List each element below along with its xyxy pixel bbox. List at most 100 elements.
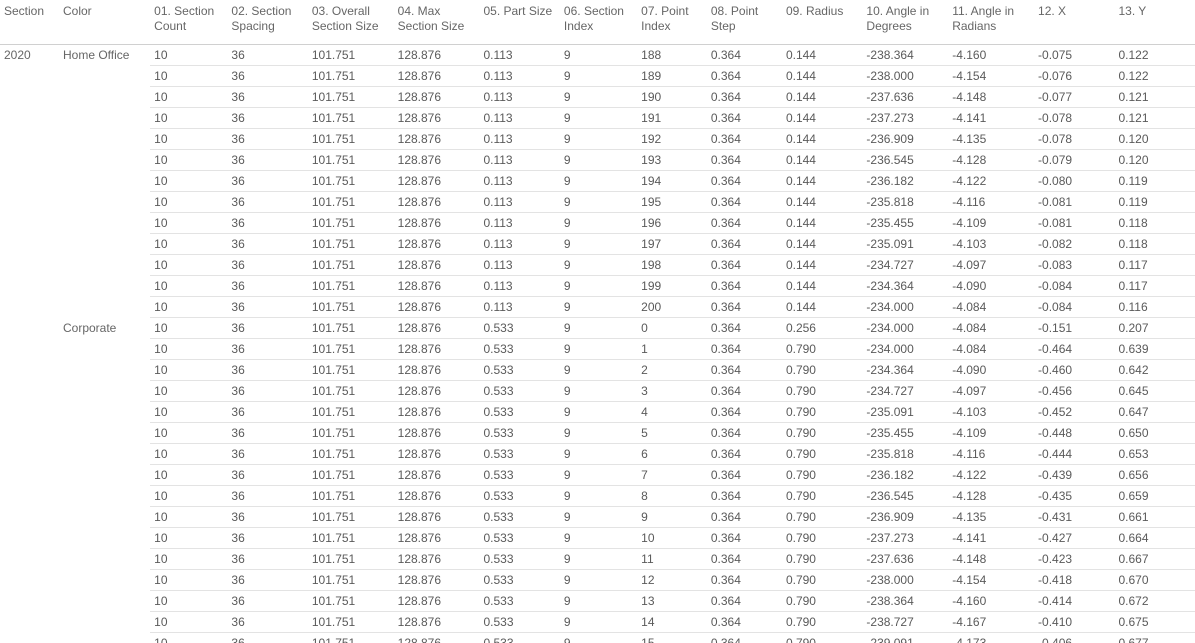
table-row[interactable]: 1036101.751128.8760.5339120.3640.790-238… bbox=[0, 570, 1195, 591]
data-cell: -0.081 bbox=[1034, 213, 1114, 234]
data-cell: 10 bbox=[150, 108, 227, 129]
color-cell bbox=[59, 87, 150, 108]
table-row[interactable]: Corporate1036101.751128.8760.533900.3640… bbox=[0, 318, 1195, 339]
data-cell: 9 bbox=[560, 87, 637, 108]
data-cell: 190 bbox=[637, 87, 707, 108]
data-cell: 1 bbox=[637, 339, 707, 360]
data-cell: 0.533 bbox=[479, 339, 559, 360]
data-cell: 0.533 bbox=[479, 381, 559, 402]
data-cell: 193 bbox=[637, 150, 707, 171]
col-angle-radians[interactable]: 11. Angle inRadians bbox=[948, 0, 1034, 45]
color-cell bbox=[59, 423, 150, 444]
table-row[interactable]: 1036101.751128.8760.11391990.3640.144-23… bbox=[0, 276, 1195, 297]
col-section-index[interactable]: 06. SectionIndex bbox=[560, 0, 637, 45]
table-row[interactable]: 1036101.751128.8760.11391890.3640.144-23… bbox=[0, 66, 1195, 87]
data-cell: 0.364 bbox=[707, 465, 782, 486]
data-cell: 0.364 bbox=[707, 507, 782, 528]
table-row[interactable]: 1036101.751128.8760.5339150.3640.790-239… bbox=[0, 633, 1195, 643]
data-cell: 0.364 bbox=[707, 129, 782, 150]
data-cell: -238.727 bbox=[862, 612, 948, 633]
table-row[interactable]: 1036101.751128.8760.11392000.3640.144-23… bbox=[0, 297, 1195, 318]
table-row[interactable]: 1036101.751128.8760.533950.3640.790-235.… bbox=[0, 423, 1195, 444]
table-row[interactable]: 1036101.751128.8760.11391950.3640.144-23… bbox=[0, 192, 1195, 213]
table-row[interactable]: 1036101.751128.8760.5339130.3640.790-238… bbox=[0, 591, 1195, 612]
table-row[interactable]: 1036101.751128.8760.11391970.3640.144-23… bbox=[0, 234, 1195, 255]
table-row[interactable]: 1036101.751128.8760.533970.3640.790-236.… bbox=[0, 465, 1195, 486]
data-cell: -4.135 bbox=[948, 507, 1034, 528]
col-radius[interactable]: 09. Radius bbox=[782, 0, 862, 45]
col-x[interactable]: 12. X bbox=[1034, 0, 1114, 45]
data-cell: 36 bbox=[227, 528, 307, 549]
table-row[interactable]: 1036101.751128.8760.533960.3640.790-235.… bbox=[0, 444, 1195, 465]
data-cell: 36 bbox=[227, 633, 307, 643]
col-section[interactable]: Section bbox=[0, 0, 59, 45]
data-cell: -4.097 bbox=[948, 255, 1034, 276]
table-row[interactable]: 1036101.751128.8760.11391920.3640.144-23… bbox=[0, 129, 1195, 150]
table-row[interactable]: 1036101.751128.8760.11391940.3640.144-23… bbox=[0, 171, 1195, 192]
col-section-count[interactable]: 01. SectionCount bbox=[150, 0, 227, 45]
data-cell: 0.533 bbox=[479, 507, 559, 528]
data-cell: 0.120 bbox=[1114, 150, 1195, 171]
data-cell: 8 bbox=[637, 486, 707, 507]
table-row[interactable]: 1036101.751128.8760.533930.3640.790-234.… bbox=[0, 381, 1195, 402]
col-point-step[interactable]: 08. PointStep bbox=[707, 0, 782, 45]
data-cell: 36 bbox=[227, 87, 307, 108]
table-row[interactable]: 1036101.751128.8760.533990.3640.790-236.… bbox=[0, 507, 1195, 528]
data-cell: -0.431 bbox=[1034, 507, 1114, 528]
table-row[interactable]: 1036101.751128.8760.533940.3640.790-235.… bbox=[0, 402, 1195, 423]
table-row[interactable]: 1036101.751128.8760.11391930.3640.144-23… bbox=[0, 150, 1195, 171]
col-angle-degrees[interactable]: 10. Angle inDegrees bbox=[862, 0, 948, 45]
data-table[interactable]: Section Color 01. SectionCount 02. Secti… bbox=[0, 0, 1195, 643]
data-cell: 9 bbox=[560, 339, 637, 360]
col-part-size[interactable]: 05. Part Size bbox=[479, 0, 559, 45]
data-cell: 4 bbox=[637, 402, 707, 423]
data-cell: 128.876 bbox=[394, 465, 480, 486]
col-color[interactable]: Color bbox=[59, 0, 150, 45]
data-cell: -0.075 bbox=[1034, 45, 1114, 66]
data-cell: 10 bbox=[150, 129, 227, 150]
data-cell: -0.464 bbox=[1034, 339, 1114, 360]
data-cell: -0.423 bbox=[1034, 549, 1114, 570]
color-cell: Home Office bbox=[59, 45, 150, 66]
table-row[interactable]: 1036101.751128.8760.533910.3640.790-234.… bbox=[0, 339, 1195, 360]
table-row[interactable]: 1036101.751128.8760.533920.3640.790-234.… bbox=[0, 360, 1195, 381]
col-overall-section-size[interactable]: 03. OverallSection Size bbox=[308, 0, 394, 45]
col-max-section-size[interactable]: 04. MaxSection Size bbox=[394, 0, 480, 45]
data-cell: 0.144 bbox=[782, 129, 862, 150]
data-cell: 0.144 bbox=[782, 255, 862, 276]
data-cell: -0.444 bbox=[1034, 444, 1114, 465]
table-row[interactable]: 2020Home Office1036101.751128.8760.11391… bbox=[0, 45, 1195, 66]
col-section-spacing[interactable]: 02. SectionSpacing bbox=[227, 0, 307, 45]
table-row[interactable]: 1036101.751128.8760.11391960.3640.144-23… bbox=[0, 213, 1195, 234]
col-y[interactable]: 13. Y bbox=[1114, 0, 1195, 45]
section-cell bbox=[0, 381, 59, 402]
data-cell: 0.121 bbox=[1114, 108, 1195, 129]
data-cell: 0.533 bbox=[479, 486, 559, 507]
table-row[interactable]: 1036101.751128.8760.11391900.3640.144-23… bbox=[0, 87, 1195, 108]
data-cell: 128.876 bbox=[394, 507, 480, 528]
data-cell: 11 bbox=[637, 549, 707, 570]
table-row[interactable]: 1036101.751128.8760.11391910.3640.144-23… bbox=[0, 108, 1195, 129]
data-cell: 9 bbox=[560, 528, 637, 549]
data-cell: -0.456 bbox=[1034, 381, 1114, 402]
data-cell: 36 bbox=[227, 45, 307, 66]
data-cell: 0.364 bbox=[707, 213, 782, 234]
section-cell bbox=[0, 213, 59, 234]
table-row[interactable]: 1036101.751128.8760.533980.3640.790-236.… bbox=[0, 486, 1195, 507]
color-cell bbox=[59, 234, 150, 255]
data-cell: 0.533 bbox=[479, 465, 559, 486]
data-cell: 0.790 bbox=[782, 528, 862, 549]
table-row[interactable]: 1036101.751128.8760.5339110.3640.790-237… bbox=[0, 549, 1195, 570]
data-cell: 128.876 bbox=[394, 213, 480, 234]
table-row[interactable]: 1036101.751128.8760.5339140.3640.790-238… bbox=[0, 612, 1195, 633]
data-cell: -236.545 bbox=[862, 486, 948, 507]
data-cell: 9 bbox=[560, 66, 637, 87]
table-row[interactable]: 1036101.751128.8760.11391980.3640.144-23… bbox=[0, 255, 1195, 276]
data-cell: -234.000 bbox=[862, 297, 948, 318]
table-row[interactable]: 1036101.751128.8760.5339100.3640.790-237… bbox=[0, 528, 1195, 549]
data-cell: 128.876 bbox=[394, 633, 480, 643]
col-point-index[interactable]: 07. PointIndex bbox=[637, 0, 707, 45]
data-cell: -0.083 bbox=[1034, 255, 1114, 276]
data-cell: 9 bbox=[560, 45, 637, 66]
color-cell bbox=[59, 339, 150, 360]
